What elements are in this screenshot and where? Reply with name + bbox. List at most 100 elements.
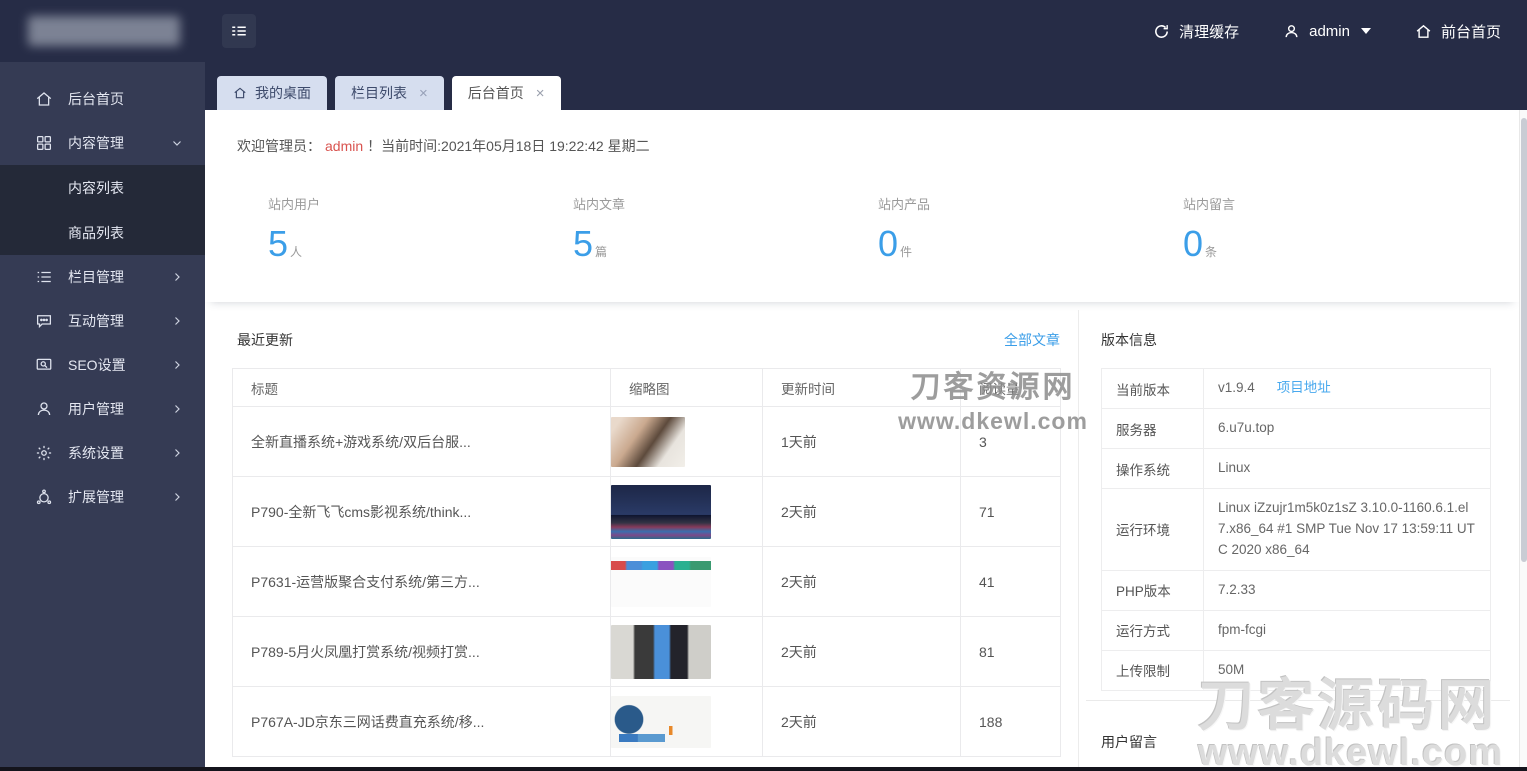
stat-unit: 篇 [595, 245, 608, 259]
table-row[interactable]: 全新直播系统+游戏系统/双后台服... 1天前 3 [232, 406, 1061, 477]
welcome-message: 欢迎管理员： admin ！当前时间:2021年05月18日 19:22:42 星期… [237, 136, 650, 156]
tab-my-desktop[interactable]: 我的桌面 [217, 76, 327, 110]
scrollbar-thumb[interactable] [1521, 118, 1527, 562]
stat-value: 0 [1183, 223, 1204, 264]
sidebar-item-settings[interactable]: 系统设置 [0, 431, 205, 475]
tab-column-list[interactable]: 栏目列表 × [335, 76, 444, 110]
version-value: 7.2.33 [1203, 569, 1491, 611]
version-row: 上传限制 50M [1101, 649, 1491, 691]
sidebar-item-extensions[interactable]: 扩展管理 [0, 475, 205, 519]
username-label: admin [1309, 22, 1350, 40]
thumbnail-image [611, 624, 711, 679]
version-label: 服务器 [1101, 408, 1204, 449]
version-row: 运行环境 Linux iZzujr1m5k0z1sZ 3.10.0-1160.6… [1101, 488, 1491, 571]
tab-label: 我的桌面 [255, 85, 311, 101]
stats-card: 欢迎管理员： admin ！当前时间:2021年05月18日 19:22:42 星期… [205, 110, 1519, 302]
table-row[interactable]: P767A-JD京东三网话费直充系统/移... 2天前 188 [232, 686, 1061, 757]
table-row[interactable]: P789-5月火凤凰打赏系统/视频打赏... 2天前 81 [232, 616, 1061, 687]
table-row[interactable]: P790-全新飞飞cms影视系统/think... 2天前 71 [232, 476, 1061, 547]
project-address-link[interactable]: 项目地址 [1277, 380, 1331, 395]
stat-label: 站内产品 [878, 197, 931, 212]
stat-unit: 人 [290, 245, 303, 259]
version-value: Linux iZzujr1m5k0z1sZ 3.10.0-1160.6.1.el… [1203, 488, 1491, 571]
article-title[interactable]: P790-全新飞飞cms影视系统/think... [232, 476, 611, 547]
version-label: 上传限制 [1101, 649, 1204, 691]
article-title[interactable]: P789-5月火凤凰打赏系统/视频打赏... [232, 616, 611, 687]
chevron-right-icon [171, 359, 183, 371]
sidebar-item-content[interactable]: 内容管理 [0, 121, 205, 165]
list-icon [35, 268, 53, 286]
version-row: 当前版本 v1.9.4 项目地址 [1101, 368, 1491, 409]
table-row[interactable]: P7631-运营版聚合支付系统/第三方... 2天前 41 [232, 546, 1061, 617]
sidebar-subitem-content-list[interactable]: 内容列表 [0, 165, 205, 210]
version-label: PHP版本 [1101, 569, 1204, 611]
stat-value: 0 [878, 223, 899, 264]
view-count: 3 [960, 406, 1061, 477]
version-label: 操作系统 [1101, 448, 1204, 489]
close-icon[interactable]: × [419, 85, 428, 102]
topbar-right: 清理缓存 admin 前台首页 [1153, 0, 1501, 62]
refresh-icon [1153, 23, 1170, 40]
section-divider [1086, 700, 1510, 701]
share-nodes-icon [35, 488, 53, 506]
bottom-border [0, 767, 1527, 771]
tab-backend-home[interactable]: 后台首页 × [451, 76, 561, 110]
version-value: fpm-fcgi [1203, 609, 1491, 651]
version-row: PHP版本 7.2.33 [1101, 569, 1491, 611]
collapse-menu-icon [230, 22, 248, 40]
home-icon [233, 86, 247, 100]
topbar: 清理缓存 admin 前台首页 [0, 0, 1527, 62]
sidebar-item-interaction[interactable]: 互动管理 [0, 299, 205, 343]
chevron-right-icon [171, 271, 183, 283]
chevron-right-icon [171, 315, 183, 327]
stat-label: 站内文章 [573, 197, 626, 212]
sidebar: 后台首页 内容管理 内容列表 商品列表 栏目管理 互动管理 SEO设置 用户管理… [0, 62, 205, 767]
welcome-datetime: ！当前时间:2021年05月18日 19:22:42 星期二 [367, 138, 650, 154]
sidebar-item-dashboard[interactable]: 后台首页 [0, 77, 205, 121]
clear-cache-label: 清理缓存 [1179, 23, 1240, 41]
update-time: 2天前 [762, 476, 961, 547]
stat-label: 站内留言 [1183, 197, 1236, 212]
column-header-title: 标题 [232, 368, 611, 407]
sidebar-subitem-product-list[interactable]: 商品列表 [0, 210, 205, 255]
sidebar-item-label: 后台首页 [68, 91, 124, 107]
sidebar-item-columns[interactable]: 栏目管理 [0, 255, 205, 299]
sidebar-item-label: 内容管理 [68, 135, 124, 151]
article-title[interactable]: P767A-JD京东三网话费直充系统/移... [232, 686, 611, 757]
sidebar-item-label: 系统设置 [68, 445, 124, 461]
article-title[interactable]: 全新直播系统+游戏系统/双后台服... [232, 406, 611, 477]
stat-value: 5 [268, 223, 289, 264]
main-content: 欢迎管理员： admin ！当前时间:2021年05月18日 19:22:42 星期… [205, 110, 1519, 767]
tabbar: 我的桌面 栏目列表 × 后台首页 × [205, 62, 1527, 110]
seo-monitor-icon [35, 356, 53, 374]
recent-updates-table: 标题 缩略图 更新时间 阅读量 全新直播系统+游戏系统/双后台服... 1天前 … [232, 368, 1061, 757]
stat-value: 5 [573, 223, 594, 264]
person-icon [35, 400, 53, 418]
view-count: 41 [960, 546, 1061, 617]
caret-down-icon [1360, 28, 1371, 34]
sidebar-item-seo[interactable]: SEO设置 [0, 343, 205, 387]
front-home-link[interactable]: 前台首页 [1415, 21, 1501, 42]
scrollbar-track[interactable] [1519, 110, 1527, 767]
tab-label: 栏目列表 [351, 85, 407, 101]
sidebar-item-label: SEO设置 [68, 357, 126, 373]
menu-toggle-button[interactable] [222, 14, 256, 48]
sidebar-subitem-label: 内容列表 [68, 179, 124, 196]
sidebar-item-label: 用户管理 [68, 401, 124, 417]
grid-icon [35, 134, 53, 152]
version-value: 6.u7u.top [1203, 408, 1491, 449]
article-title[interactable]: P7631-运营版聚合支付系统/第三方... [232, 546, 611, 617]
stat-site-messages: 站内留言 0条 [1183, 194, 1463, 265]
close-icon[interactable]: × [536, 85, 545, 102]
version-info-title: 版本信息 [1101, 332, 1157, 348]
user-menu[interactable]: admin [1283, 23, 1371, 40]
sidebar-subitem-label: 商品列表 [68, 224, 124, 241]
sidebar-item-label: 扩展管理 [68, 489, 124, 505]
sidebar-item-users[interactable]: 用户管理 [0, 387, 205, 431]
thumbnail-image [611, 556, 711, 607]
clear-cache-button[interactable]: 清理缓存 [1153, 21, 1239, 42]
all-articles-link[interactable]: 全部文章 [232, 330, 1060, 350]
welcome-prefix: 欢迎管理员： [237, 138, 321, 154]
stat-site-products: 站内产品 0件 [878, 194, 1158, 265]
stat-site-users: 站内用户 5人 [268, 194, 548, 265]
